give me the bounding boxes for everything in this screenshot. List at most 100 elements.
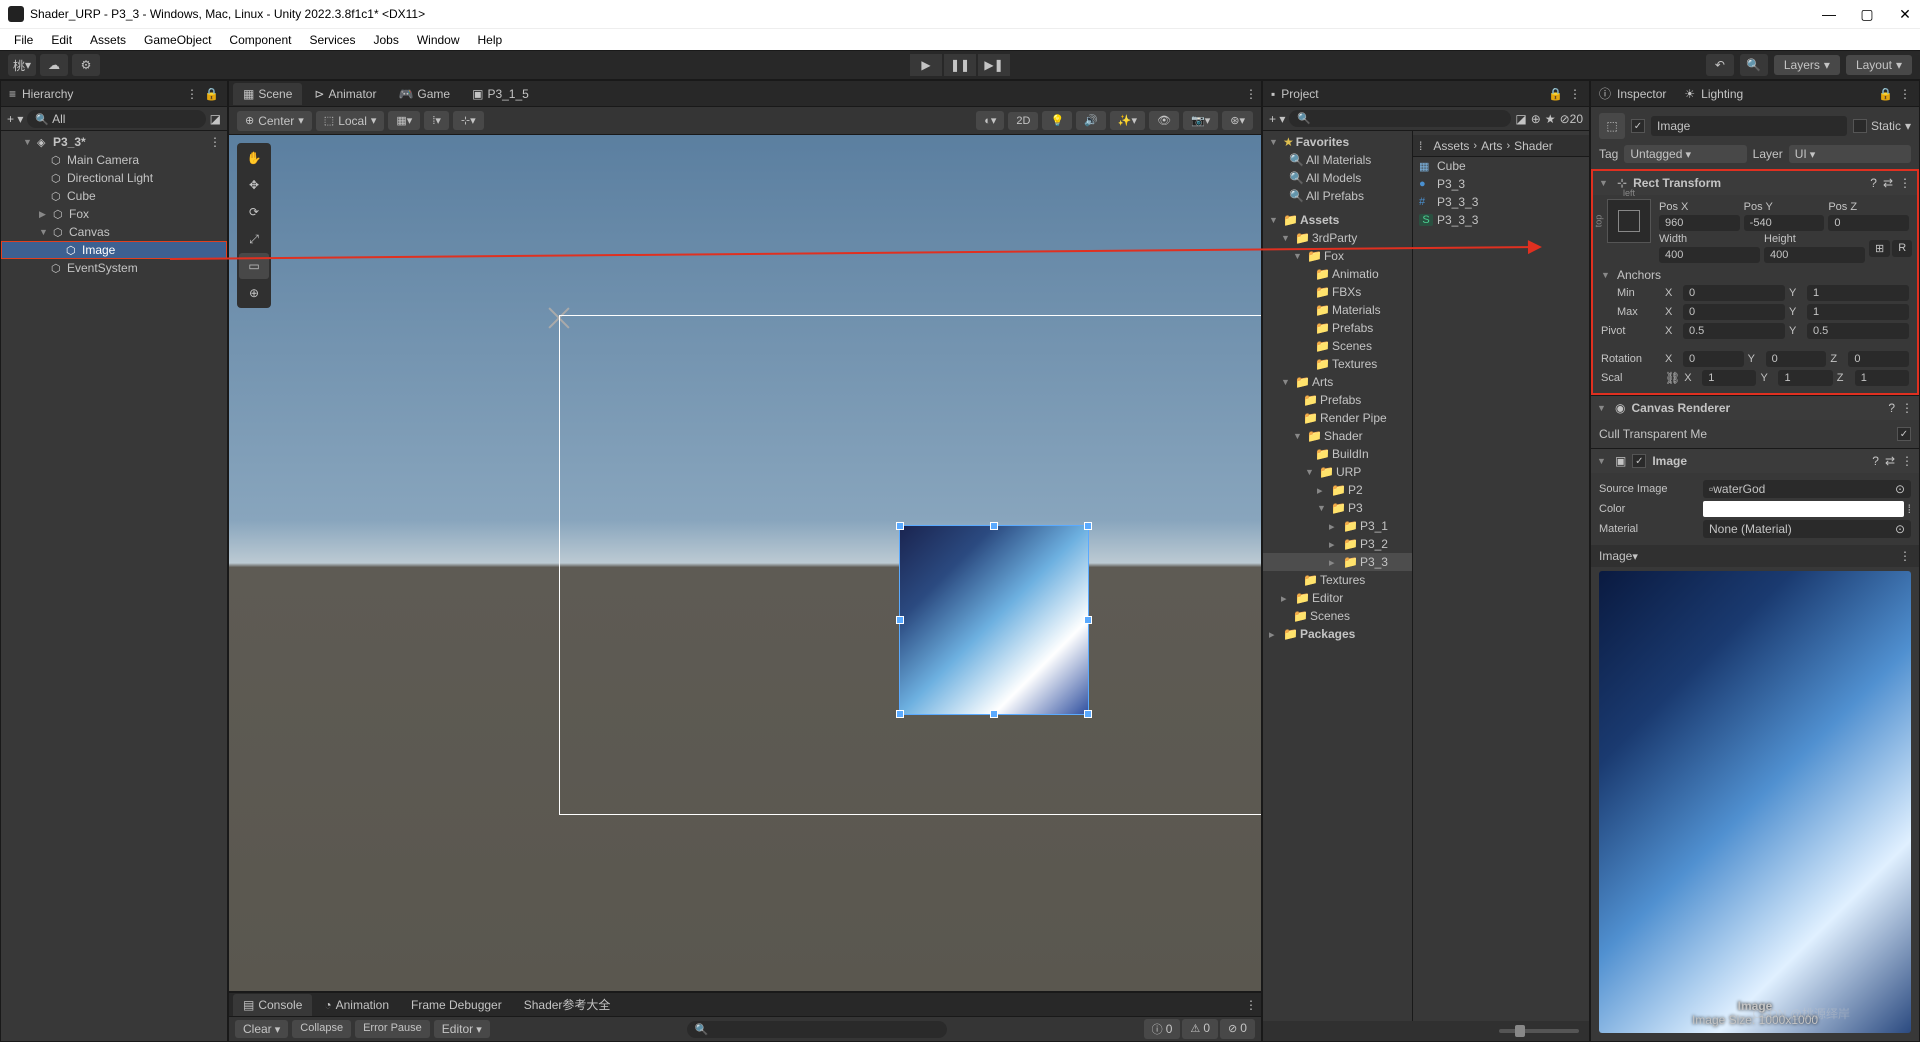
static-toggle[interactable]: Static ▾	[1853, 119, 1911, 133]
gameobject-row-selected[interactable]: ⬡Image	[1, 241, 227, 259]
preview-header[interactable]: Image ▾⋮	[1591, 545, 1919, 567]
tab-game[interactable]: 🎮Game	[388, 83, 460, 105]
object-picker-icon[interactable]: ⊙	[1895, 482, 1905, 496]
component-menu-icon[interactable]: ⋮	[1901, 401, 1913, 415]
scene-viewport[interactable]: ✋ ✥ ⟳ ⤢ ▭ ⊕	[229, 135, 1261, 991]
component-foldout[interactable]: ▼	[1597, 403, 1609, 413]
lighting-toggle[interactable]: 💡	[1042, 111, 1072, 130]
preset-icon[interactable]: ⇄	[1883, 176, 1893, 190]
tab-shader-ref[interactable]: Shader参考大全	[514, 992, 621, 1017]
menu-services[interactable]: Services	[301, 31, 363, 49]
resize-handle[interactable]	[1084, 522, 1092, 530]
create-asset-dropdown[interactable]: + ▾	[1269, 112, 1285, 126]
resize-handle[interactable]	[990, 522, 998, 530]
tab-shader[interactable]: ▣P3_1_5	[462, 83, 539, 105]
folder-row[interactable]: 📁FBXs	[1263, 283, 1412, 301]
handle-toggle[interactable]: ⬚Local▾	[316, 111, 385, 131]
close-button[interactable]: ✕	[1898, 6, 1912, 23]
step-button[interactable]: ▶❚	[978, 54, 1010, 76]
gameobject-row[interactable]: ⬡Cube	[1, 187, 227, 205]
tab-animation[interactable]: ◔Animation	[314, 994, 399, 1016]
scale-y[interactable]: 1	[1778, 370, 1832, 386]
layout-dropdown[interactable]: Layout ▾	[1846, 55, 1912, 75]
inspector-tab[interactable]: Inspector	[1617, 87, 1666, 101]
folder-row[interactable]: ▼📁P3	[1263, 499, 1412, 517]
2d-toggle[interactable]: 2D	[1008, 112, 1038, 130]
breadcrumb-item[interactable]: Arts	[1481, 139, 1502, 153]
breadcrumb-item[interactable]: Assets	[1433, 139, 1469, 153]
resize-handle[interactable]	[1084, 710, 1092, 718]
error-count[interactable]: ⊘ 0	[1220, 1019, 1255, 1039]
folder-row[interactable]: ▼📁3rdParty	[1263, 229, 1412, 247]
transform-tool[interactable]: ⊕	[239, 280, 269, 306]
cull-checkbox[interactable]: ✓	[1897, 427, 1911, 441]
panel-lock-icon[interactable]: 🔒	[204, 87, 219, 101]
gameobject-row[interactable]: ⬡Directional Light	[1, 169, 227, 187]
anchors-foldout[interactable]: ▼	[1601, 270, 1613, 280]
height-field[interactable]: 400	[1764, 247, 1865, 263]
folder-row[interactable]: 📁Render Pipe	[1263, 409, 1412, 427]
folder-row[interactable]: ▼📁URP	[1263, 463, 1412, 481]
folder-row[interactable]: ▸📁P3_1	[1263, 517, 1412, 535]
filter-icon[interactable]: ◪	[210, 112, 221, 126]
rotate-tool[interactable]: ⟳	[239, 199, 269, 225]
menu-component[interactable]: Component	[221, 31, 299, 49]
favorite-item[interactable]: 🔍All Prefabs	[1263, 187, 1412, 205]
raw-edit-toggle[interactable]: R	[1892, 240, 1912, 257]
rot-y[interactable]: 0	[1766, 351, 1827, 367]
folder-row-selected[interactable]: ▸📁P3_3	[1263, 553, 1412, 571]
folder-row[interactable]: 📁Textures	[1263, 355, 1412, 373]
play-button[interactable]: ▶	[910, 54, 942, 76]
gameobject-row[interactable]: ▶⬡Fox	[1, 205, 227, 223]
search-button[interactable]: 🔍	[1740, 54, 1768, 76]
hand-tool[interactable]: ✋	[239, 145, 269, 171]
folder-row[interactable]: ▼📁Assets	[1263, 211, 1412, 229]
save-search-icon[interactable]: ★	[1545, 112, 1556, 126]
menu-gameobject[interactable]: GameObject	[136, 31, 219, 49]
link-icon[interactable]: ⛓	[1665, 371, 1680, 385]
rot-z[interactable]: 0	[1848, 351, 1909, 367]
help-icon[interactable]: ?	[1888, 401, 1895, 415]
asset-item[interactable]: SP3_3_3	[1413, 211, 1589, 229]
material-field[interactable]: None (Material)⊙	[1703, 520, 1911, 538]
folder-row[interactable]: ▸📁Packages	[1263, 625, 1412, 643]
anchor-max-y[interactable]: 1	[1807, 304, 1909, 320]
breadcrumb-item[interactable]: Shader	[1514, 139, 1553, 153]
maximize-button[interactable]: ▢	[1860, 6, 1874, 23]
menu-edit[interactable]: Edit	[43, 31, 80, 49]
console-menu-icon[interactable]: ⋮	[1245, 998, 1257, 1012]
layers-dropdown[interactable]: Layers ▾	[1774, 55, 1840, 75]
favorite-item[interactable]: 🔍All Models	[1263, 169, 1412, 187]
anchor-min-y[interactable]: 1	[1807, 285, 1909, 301]
scale-tool[interactable]: ⤢	[239, 226, 269, 252]
audio-toggle[interactable]: 🔊	[1076, 111, 1106, 130]
menu-help[interactable]: Help	[470, 31, 511, 49]
draw-mode[interactable]: ◐▾	[976, 111, 1004, 130]
account-button[interactable]: 桃 ▾	[8, 54, 36, 76]
project-search[interactable]: 🔍	[1289, 110, 1511, 127]
gameobject-name-field[interactable]: Image	[1651, 116, 1847, 136]
anchor-preset-button[interactable]: left top	[1607, 199, 1651, 243]
tab-frame-debugger[interactable]: Frame Debugger	[401, 994, 512, 1016]
filter-by-label-icon[interactable]: ⊕	[1531, 112, 1541, 126]
minimize-button[interactable]: —	[1822, 6, 1836, 23]
width-field[interactable]: 400	[1659, 247, 1760, 263]
collapse-toggle[interactable]: Collapse	[292, 1020, 351, 1038]
folder-row[interactable]: ▸📁Editor	[1263, 589, 1412, 607]
resize-handle[interactable]	[896, 616, 904, 624]
camera-toggle[interactable]: 📷▾	[1183, 111, 1218, 130]
folder-row[interactable]: 📁BuildIn	[1263, 445, 1412, 463]
anchor-min-x[interactable]: 0	[1683, 285, 1785, 301]
asset-item[interactable]: ●P3_3	[1413, 175, 1589, 193]
object-picker-icon[interactable]: ⊙	[1895, 522, 1905, 536]
warn-count[interactable]: ⚠ 0	[1182, 1019, 1218, 1039]
source-image-field[interactable]: ▫waterGod⊙	[1703, 480, 1911, 498]
help-icon[interactable]: ?	[1870, 176, 1877, 190]
preview-menu-icon[interactable]: ⋮	[1899, 549, 1911, 563]
posy-field[interactable]: -540	[1744, 215, 1825, 231]
pivot-x[interactable]: 0.5	[1683, 323, 1785, 339]
resize-handle[interactable]	[896, 710, 904, 718]
error-pause-toggle[interactable]: Error Pause	[355, 1020, 430, 1038]
filter-by-type-icon[interactable]: ◪	[1515, 112, 1526, 126]
asset-item[interactable]: #P3_3_3	[1413, 193, 1589, 211]
